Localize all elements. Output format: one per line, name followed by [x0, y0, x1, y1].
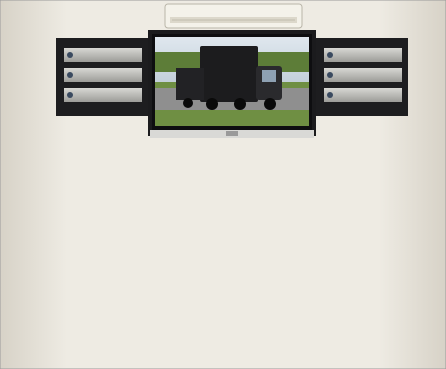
tv-caption: [206, 71, 256, 83]
studio-scene: [0, 0, 446, 369]
studio-photo: [0, 0, 446, 369]
rack-units-left: [56, 38, 148, 116]
air-conditioner: [164, 3, 303, 29]
flat-screen-tv: [148, 30, 316, 138]
rack-units-right: [316, 38, 408, 116]
